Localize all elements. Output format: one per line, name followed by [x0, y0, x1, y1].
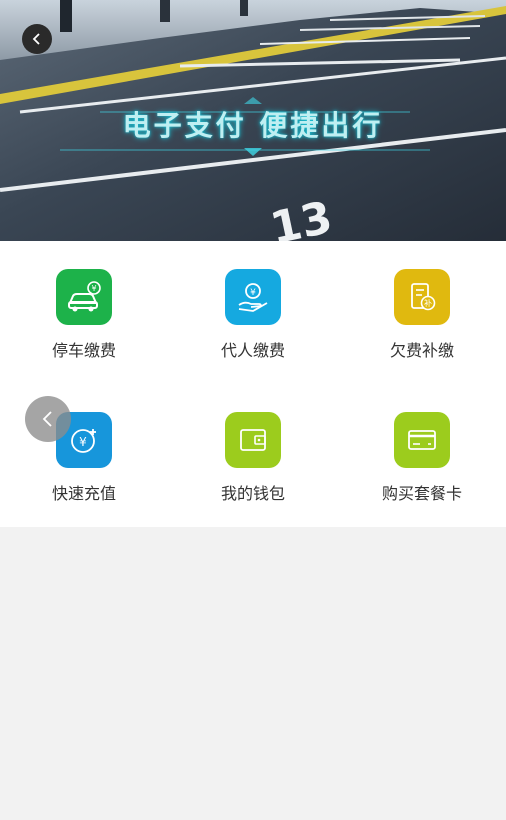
- hero-banner: 13 电子支付 便捷出行: [0, 0, 506, 241]
- service-label: 欠费补缴: [389, 341, 454, 360]
- banner-slogan: 电子支付 便捷出行: [122, 109, 384, 142]
- wallet-icon: [225, 412, 281, 468]
- svg-text:补: 补: [424, 298, 432, 308]
- service-label: 我的钱包: [220, 484, 285, 503]
- service-proxy-payment[interactable]: ¥ 代人缴费: [169, 241, 337, 361]
- chevron-left-icon: [32, 33, 40, 45]
- parking-payment-icon: ¥: [56, 269, 112, 325]
- proxy-payment-icon: ¥: [225, 269, 281, 325]
- svg-text:¥: ¥: [91, 284, 96, 293]
- service-parking-payment[interactable]: ¥ 停车缴费: [0, 241, 168, 361]
- package-card-icon: [394, 412, 450, 468]
- back-button[interactable]: [22, 24, 52, 54]
- service-label: 购买套餐卡: [381, 484, 462, 503]
- service-quick-recharge[interactable]: ¥ 快速充值: [0, 384, 168, 504]
- service-package-card[interactable]: 购买套餐卡: [338, 384, 506, 504]
- floating-back-button[interactable]: [25, 396, 71, 442]
- svg-text:¥: ¥: [250, 288, 256, 298]
- service-label: 停车缴费: [51, 341, 116, 360]
- chevron-left-icon: [42, 411, 52, 427]
- arrears-payment-icon: 补: [394, 269, 450, 325]
- empty-content-area: [0, 527, 506, 820]
- service-arrears-payment[interactable]: 补 欠费补缴: [338, 241, 506, 361]
- service-label: 代人缴费: [220, 341, 285, 360]
- services-grid: ¥ 停车缴费 ¥ 代人缴费 补 欠费补缴 ¥ 快速充值 我的钱包 购买套餐卡: [0, 241, 506, 527]
- svg-text:¥: ¥: [79, 435, 87, 449]
- service-label: 快速充值: [51, 484, 116, 503]
- service-wallet[interactable]: 我的钱包: [169, 384, 337, 504]
